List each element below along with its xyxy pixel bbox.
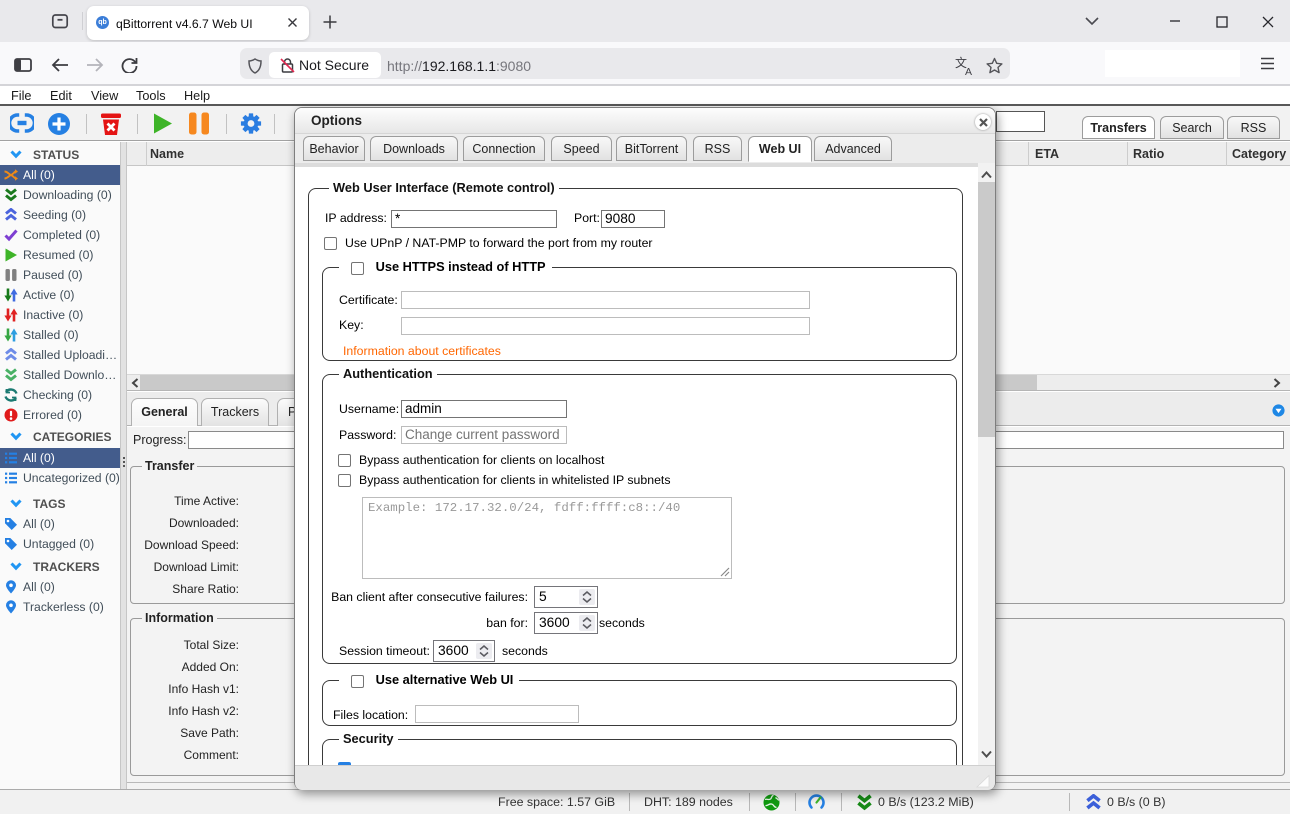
svg-text:A: A xyxy=(965,66,972,76)
